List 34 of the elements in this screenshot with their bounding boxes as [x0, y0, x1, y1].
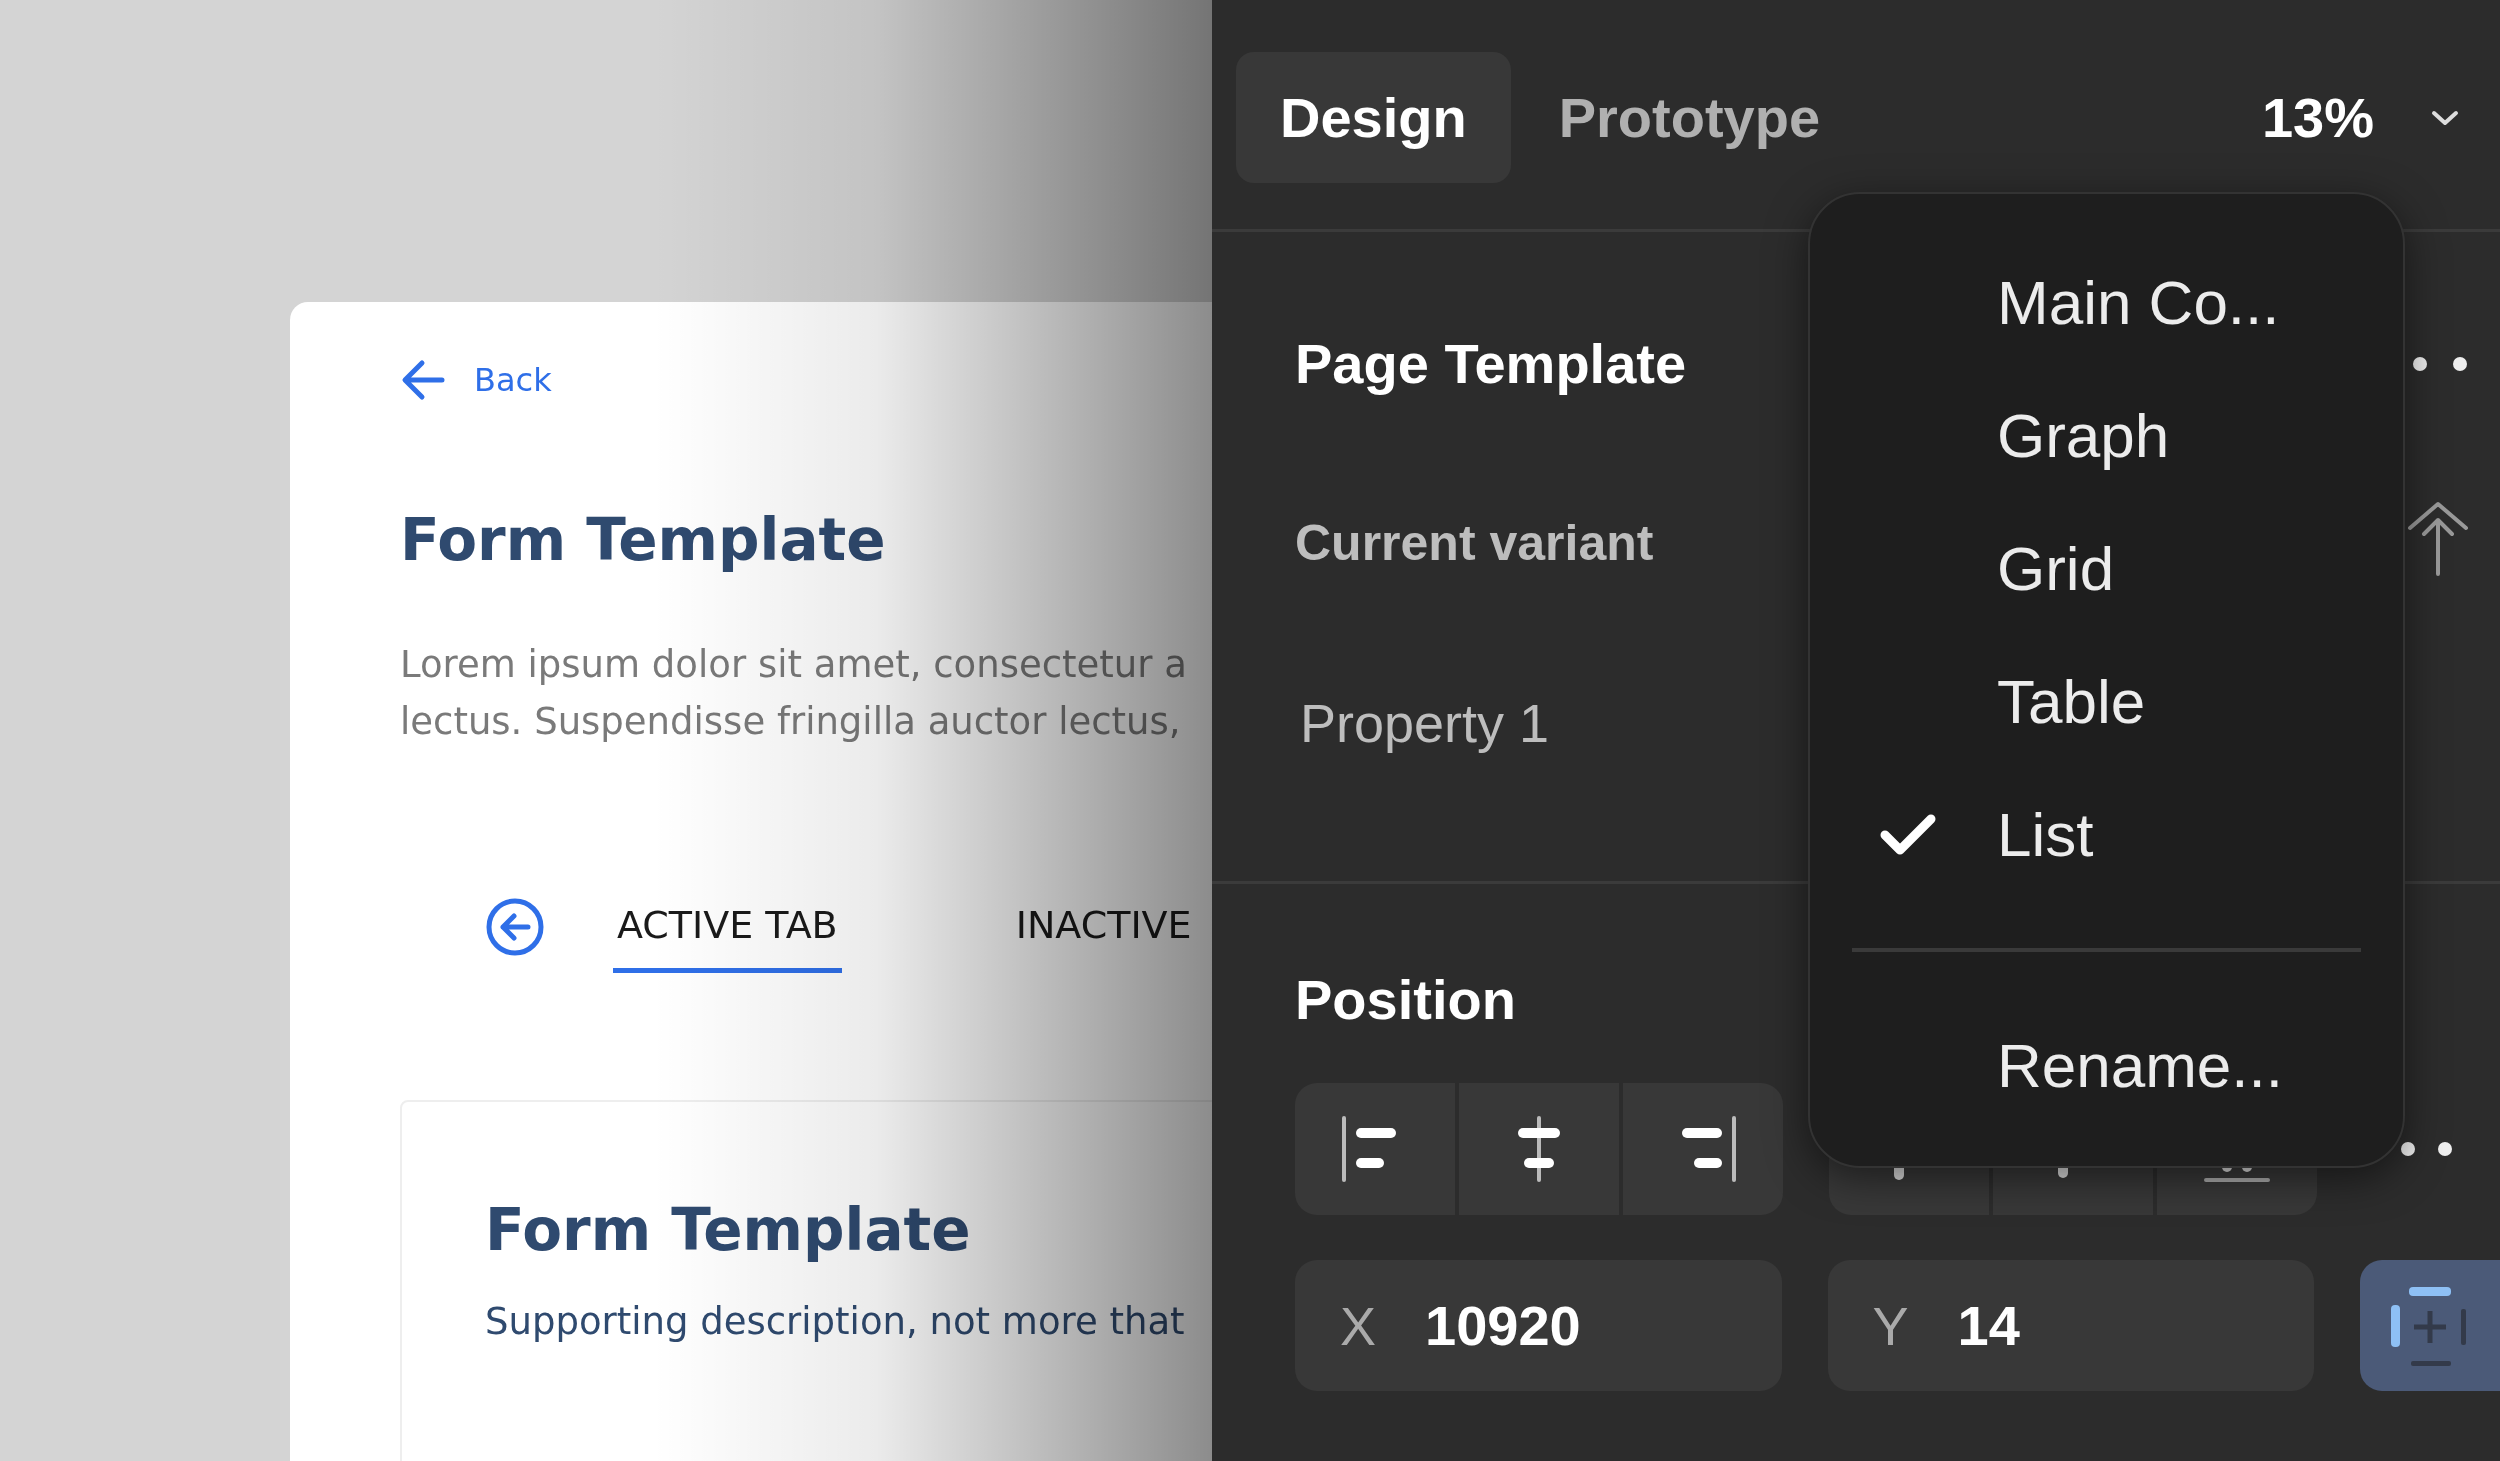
section-title: Position: [1295, 967, 1517, 1033]
description-text: lectus. Suspendisse fringilla auctor lectus,: [400, 699, 1181, 745]
menu-item[interactable]: Rename...: [1810, 999, 2403, 1132]
constraints-button[interactable]: [2360, 1260, 2500, 1391]
field-label: Y: [1872, 1294, 1910, 1357]
input-field[interactable]: X 10920: [1295, 1260, 1782, 1391]
field-label: X: [1340, 1294, 1378, 1357]
card-title: Form Template: [485, 1195, 972, 1266]
zoom-level[interactable]: 13%: [2261, 52, 2374, 183]
menu-item[interactable]: Graph: [1810, 369, 2403, 502]
menu-item[interactable]: Table: [1810, 635, 2403, 768]
chevron-down-icon[interactable]: [2430, 109, 2460, 127]
component-name: Page Template: [1295, 331, 1687, 397]
property-label: Property 1: [1300, 692, 1550, 755]
section-label: Current variant: [1295, 514, 1654, 573]
tab[interactable]: Design: [1236, 52, 1511, 183]
back-circle-icon[interactable]: [485, 896, 545, 957]
page-title: Form Template: [400, 505, 887, 576]
tab[interactable]: ACTIVE TAB: [613, 880, 842, 973]
card-description: Supporting description, not more that: [485, 1299, 1186, 1345]
align-button[interactable]: [1623, 1083, 1783, 1215]
menu-item[interactable]: Main Co...: [1810, 236, 2403, 369]
align-button[interactable]: [1295, 1083, 1455, 1215]
input-field[interactable]: Y 14: [1827, 1260, 2315, 1391]
description-text: Lorem ipsum dolor sit amet, consectetur a: [400, 642, 1187, 688]
menu-item[interactable]: List: [1810, 768, 2403, 901]
tab[interactable]: INACTIVE: [1011, 880, 1196, 973]
back-arrow-icon[interactable]: [400, 358, 446, 402]
align-button[interactable]: [1459, 1083, 1619, 1215]
menu-item[interactable]: Grid: [1810, 502, 2403, 635]
field-value: 14: [1957, 1293, 2020, 1358]
back-link[interactable]: Back: [474, 361, 552, 399]
field-value: 10920: [1425, 1293, 1581, 1358]
tab[interactable]: Prototype: [1514, 52, 1865, 183]
